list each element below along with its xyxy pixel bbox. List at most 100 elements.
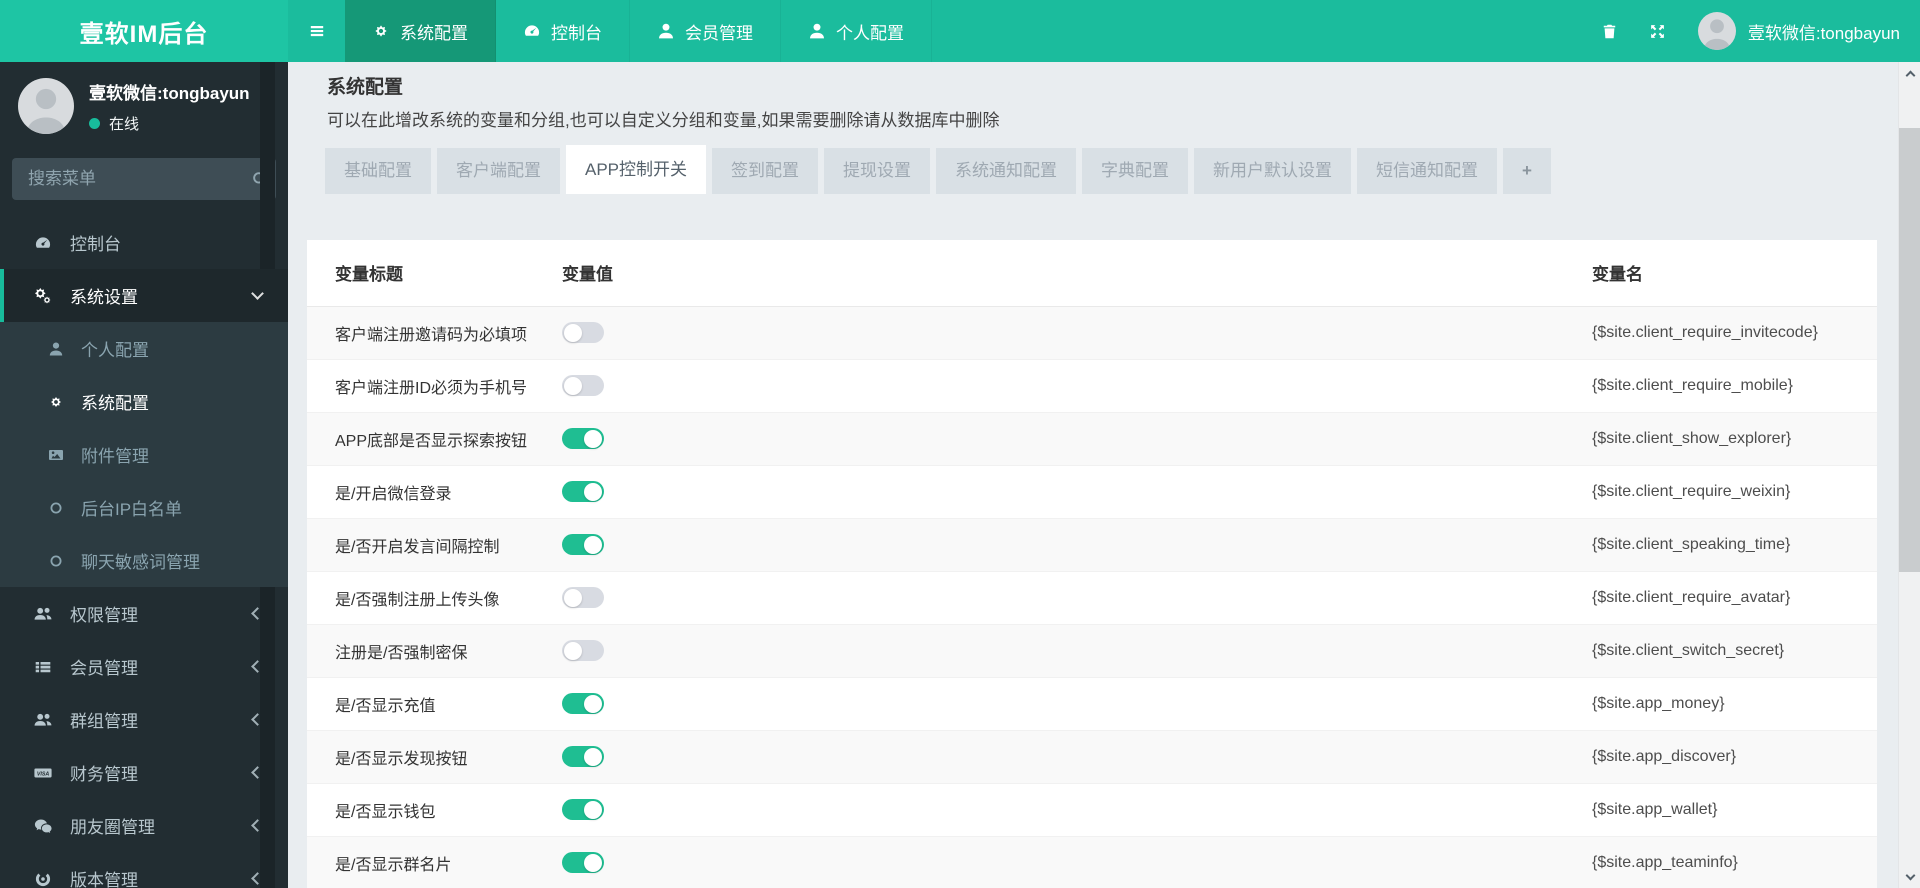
sidebar-item-version-management[interactable]: 版本管理 bbox=[0, 852, 288, 888]
sidebar-subitem-label: 聊天敏感词管理 bbox=[81, 553, 200, 572]
avatar bbox=[1697, 12, 1736, 50]
navbar-menu: 系统配置 控制台 会员管理 个人配置 bbox=[345, 0, 932, 62]
toggle-switch[interactable] bbox=[562, 852, 604, 873]
nav-item-label: 控制台 bbox=[551, 23, 602, 43]
toggle-switch[interactable] bbox=[562, 799, 604, 820]
config-tabs: 基础配置 客户端配置 APP控制开关 签到配置 提现设置 系统通知配置 字典配置 新用户默认设… bbox=[325, 145, 1898, 194]
row-variable: {$site.app_discover} bbox=[1564, 730, 1877, 784]
row-variable: {$site.app_money} bbox=[1564, 677, 1877, 731]
svg-text:VISA: VISA bbox=[37, 771, 50, 777]
fullscreen-button[interactable] bbox=[1634, 0, 1682, 62]
sidebar-item-system-settings[interactable]: 系统设置 bbox=[0, 269, 288, 322]
sidebar-item-label: 财务管理 bbox=[70, 765, 138, 784]
scroll-up-arrow-icon[interactable] bbox=[1899, 62, 1920, 84]
user-icon bbox=[657, 22, 675, 40]
row-variable: {$site.client_speaking_time} bbox=[1564, 518, 1877, 572]
toggle-switch[interactable] bbox=[562, 746, 604, 767]
chevron-left-icon bbox=[251, 607, 264, 620]
table-row: 客户端注册ID必须为手机号 {$site.client_require_mobil… bbox=[307, 359, 1877, 413]
row-value-cell bbox=[562, 412, 1564, 466]
trash-button[interactable] bbox=[1586, 0, 1634, 62]
sidebar-item-label: 朋友圈管理 bbox=[70, 818, 155, 837]
sidebar-subitem-profile-config[interactable]: 个人配置 bbox=[0, 322, 288, 375]
row-variable: {$site.client_require_invitecode} bbox=[1564, 306, 1877, 360]
toggle-switch[interactable] bbox=[562, 322, 604, 343]
sidebar-item-finance-management[interactable]: VISA 财务管理 bbox=[0, 746, 288, 799]
row-value-cell bbox=[562, 624, 1564, 678]
nav-item-profile-config[interactable]: 个人配置 bbox=[781, 0, 932, 62]
nav-item-member-management[interactable]: 会员管理 bbox=[630, 0, 781, 62]
tab-dict-config[interactable]: 字典配置 bbox=[1082, 148, 1189, 194]
dashboard-icon bbox=[523, 22, 541, 40]
sidebar-item-permission-management[interactable]: 权限管理 bbox=[0, 587, 288, 640]
row-title: 是/否开启发言间隔控制 bbox=[307, 518, 562, 572]
row-value-cell bbox=[562, 730, 1564, 784]
tab-app-control-switch[interactable]: APP控制开关 bbox=[566, 145, 707, 194]
row-variable: {$site.client_switch_secret} bbox=[1564, 624, 1877, 678]
toggle-switch[interactable] bbox=[562, 534, 604, 555]
gear-icon bbox=[372, 22, 390, 40]
sidebar-item-label: 会员管理 bbox=[70, 659, 138, 678]
user-status[interactable]: 在线 bbox=[89, 113, 250, 134]
nav-item-console[interactable]: 控制台 bbox=[496, 0, 630, 62]
tab-checkin-config[interactable]: 签到配置 bbox=[712, 148, 819, 194]
scrollbar-thumb[interactable] bbox=[1899, 128, 1920, 572]
row-variable: {$site.app_wallet} bbox=[1564, 783, 1877, 837]
sidebar-item-moments-management[interactable]: 朋友圈管理 bbox=[0, 799, 288, 852]
sidebar-item-member-management[interactable]: 会员管理 bbox=[0, 640, 288, 693]
circle-icon bbox=[44, 500, 68, 516]
row-title: 客户端注册邀请码为必填项 bbox=[307, 306, 562, 360]
navbar-user-menu[interactable]: 壹软微信:tongbayun bbox=[1682, 12, 1908, 50]
row-title: 客户端注册ID必须为手机号 bbox=[307, 359, 562, 413]
toggle-switch[interactable] bbox=[562, 375, 604, 396]
toggle-switch[interactable] bbox=[562, 428, 604, 449]
app-logo[interactable]: 壹软IM后台 bbox=[0, 0, 288, 62]
sidebar-toggle-button[interactable] bbox=[288, 0, 345, 62]
search-input[interactable] bbox=[28, 169, 249, 189]
row-variable: {$site.app_teaminfo} bbox=[1564, 836, 1877, 888]
tab-client-config[interactable]: 客户端配置 bbox=[437, 148, 560, 194]
nav-item-label: 会员管理 bbox=[685, 23, 753, 43]
tab-add-tab[interactable]: + bbox=[1503, 148, 1551, 194]
tab-new-user-default[interactable]: 新用户默认设置 bbox=[1194, 148, 1352, 194]
sidebar-subitem-ip-whitelist[interactable]: 后台IP白名单 bbox=[0, 481, 288, 534]
main-content: 系统配置 可以在此增改系统的变量和分组,也可以自定义分组和变量,如果需要删除请从… bbox=[288, 62, 1898, 888]
sidebar-menu: 控制台系统设置 个人配置 系统配置 附件管理后台IP白名单 聊天敏感词管理权限管理会员管… bbox=[0, 216, 288, 888]
toggle-switch[interactable] bbox=[562, 481, 604, 502]
navbar-actions bbox=[1586, 0, 1682, 62]
sidebar-item-console[interactable]: 控制台 bbox=[0, 216, 288, 269]
tab-system-notice-config[interactable]: 系统通知配置 bbox=[936, 148, 1077, 194]
sidebar-subitem-label: 后台IP白名单 bbox=[81, 500, 183, 519]
users-icon bbox=[30, 605, 56, 623]
chevron-left-icon bbox=[251, 713, 264, 726]
nav-item-system-config[interactable]: 系统配置 bbox=[345, 0, 496, 62]
config-table: 变量标题 变量值 变量名 客户端注册邀请码为必填项 {$site.client_r… bbox=[307, 240, 1877, 888]
col-header-value: 变量值 bbox=[562, 240, 1564, 307]
row-title: 是/否强制注册上传头像 bbox=[307, 571, 562, 625]
hamburger-icon bbox=[308, 22, 326, 40]
tab-basic-config[interactable]: 基础配置 bbox=[325, 148, 431, 194]
status-label: 在线 bbox=[109, 115, 140, 133]
tab-sms-notice-config[interactable]: 短信通知配置 bbox=[1357, 148, 1498, 194]
sidebar-subitem-sensitive-words[interactable]: 聊天敏感词管理 bbox=[0, 534, 288, 587]
tab-withdraw-config[interactable]: 提现设置 bbox=[824, 148, 931, 194]
sidebar-item-group-management[interactable]: 群组管理 bbox=[0, 693, 288, 746]
sidebar-user-panel: 壹软微信:tongbayun 在线 bbox=[0, 62, 288, 150]
dashboard-icon bbox=[30, 234, 56, 252]
sidebar-subitem-system-config[interactable]: 系统配置 bbox=[0, 375, 288, 428]
table-row: APP底部是否显示探索按钮 {$site.client_show_explorer… bbox=[307, 412, 1877, 466]
sidebar-subitem-attachment-management[interactable]: 附件管理 bbox=[0, 428, 288, 481]
circle-icon bbox=[44, 553, 68, 569]
scroll-down-arrow-icon[interactable] bbox=[1899, 866, 1920, 888]
toggle-switch[interactable] bbox=[562, 587, 604, 608]
row-variable: {$site.client_require_weixin} bbox=[1564, 465, 1877, 519]
sidebar-item-label: 控制台 bbox=[70, 235, 121, 254]
row-value-cell bbox=[562, 518, 1564, 572]
row-value-cell bbox=[562, 836, 1564, 888]
toggle-switch[interactable] bbox=[562, 640, 604, 661]
expand-icon bbox=[1649, 23, 1666, 40]
row-variable: {$site.client_require_mobile} bbox=[1564, 359, 1877, 413]
row-title: 是/否显示充值 bbox=[307, 677, 562, 731]
toggle-switch[interactable] bbox=[562, 693, 604, 714]
vertical-scrollbar[interactable] bbox=[1898, 62, 1920, 888]
